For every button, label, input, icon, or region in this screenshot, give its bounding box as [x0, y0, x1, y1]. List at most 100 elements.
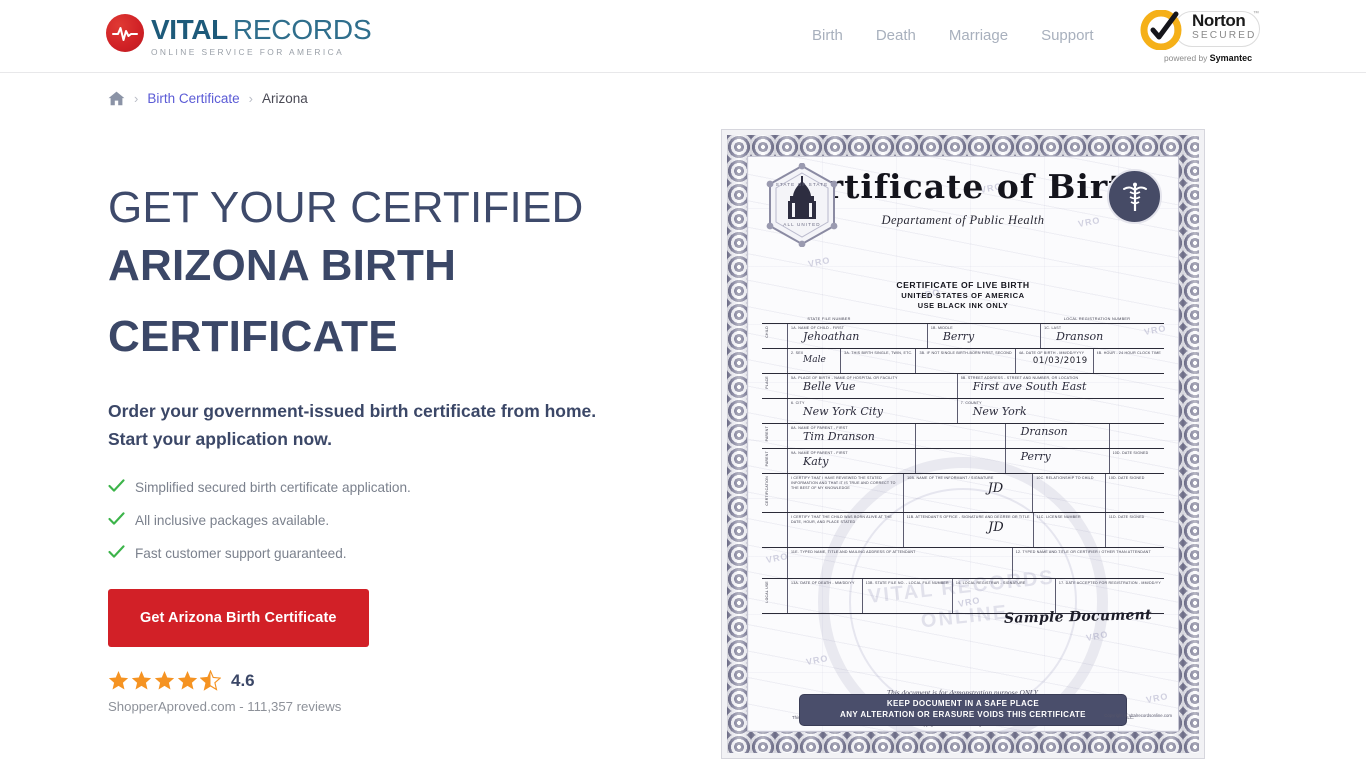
field-value-parent-2: Katy [803, 454, 829, 468]
field-value-city: New York City [803, 404, 883, 418]
table-row: CHILD 1a. NAME OF CHILD - FIRST Jehoatha… [762, 323, 1164, 348]
check-icon [108, 512, 125, 529]
live-birth-line-2: UNITED STATES OF AMERICA [901, 291, 1025, 300]
table-row: 2. SEX Male 3a. THIS BIRTH SINGLE, TWIN,… [762, 348, 1164, 373]
field-value-place: Belle Vue [803, 379, 856, 393]
feature-text: Fast customer support guaranteed. [135, 546, 347, 562]
row-side-label: PLACE [765, 376, 769, 389]
field-label: 13b. STATE FILE NO. - LOCAL FILE NUMBER [865, 581, 949, 585]
field-label: 17. DATE ACCEPTED FOR REGISTRATION - MM/… [1058, 581, 1161, 585]
hero-section: GET YOUR CERTIFIED ARIZONA BIRTH CERTIFI… [108, 186, 708, 714]
live-birth-line-3: USE BLACK INK ONLY [917, 301, 1009, 310]
field-label: 3b. IF NOT SINGLE BIRTH-BORN FIRST, SECO… [919, 351, 1012, 355]
field-value-street: First ave South East [972, 379, 1087, 393]
hero-subheading: Order your government-issued birth certi… [108, 400, 597, 449]
field-value-child-middle: Berry [942, 329, 975, 343]
norton-secured-badge[interactable]: Norton SECURED ™ powered by Symantec [1140, 9, 1260, 67]
heartbeat-pulse-icon [106, 14, 144, 52]
breadcrumb-home-link[interactable] [108, 91, 125, 106]
table-row: CERTIFICATION I CERTIFY THAT I HAVE REVI… [762, 473, 1164, 512]
svg-text:STATE OF STATE: STATE OF STATE [776, 182, 829, 187]
field-value-child-last: Dranson [1056, 329, 1104, 343]
table-row: 6. CITY New York City 7. COUNTY New York [762, 398, 1164, 423]
headline-light: GET YOUR CERTIFIED [108, 183, 584, 232]
sample-document-stamp: Sample Document [1003, 607, 1153, 627]
field-label: 10d. DATE SIGNED [1112, 451, 1149, 455]
breadcrumb: › Birth Certificate › Arizona [108, 91, 308, 106]
rating-block: 4.6 [108, 670, 708, 691]
table-row: PLACE 5a. PLACE OF BIRTH - NAME OF HOSPI… [762, 373, 1164, 398]
star-icon-full [177, 670, 198, 691]
vro-watermark: VRO [805, 652, 830, 668]
logo-word-vital: VITAL [151, 14, 228, 45]
row-side-label: PARENT [765, 426, 769, 442]
row-side-label: CHILD [765, 326, 769, 338]
get-birth-certificate-button[interactable]: Get Arizona Birth Certificate [108, 589, 369, 648]
list-item: Simplified secured birth certificate app… [108, 479, 708, 496]
norton-checkmark-icon [1140, 9, 1186, 55]
rating-source: ShopperAproved.com - 111,357 reviews [108, 699, 342, 715]
star-rating [108, 670, 221, 691]
field-label: 11e. TYPED NAME, TITLE AND MAILING ADDRE… [791, 550, 916, 554]
field-value-date-of-birth: 01/03/2019 [1032, 355, 1088, 366]
trademark-symbol: ™ [1253, 11, 1259, 17]
certification-statement-1: I CERTIFY THAT I HAVE REVIEWED THE STATE… [791, 476, 896, 490]
rating-score: 4.6 [231, 670, 255, 690]
site-header: VITAL RECORDS ONLINE SERVICE FOR AMERICA … [0, 0, 1366, 73]
nav-item-birth[interactable]: Birth [812, 27, 843, 44]
table-row: PARENT 9a. NAME OF PARENT - FIRST Katy P… [762, 448, 1164, 473]
field-value-parent-1-last: Dranson [1020, 425, 1068, 438]
field-label: 3a. THIS BIRTH SINGLE, TWIN, ETC. [844, 351, 913, 355]
table-row: I CERTIFY THAT THE CHILD WAS BORN ALIVE … [762, 512, 1164, 547]
star-icon-full [131, 670, 152, 691]
site-logo[interactable]: VITAL RECORDS ONLINE SERVICE FOR AMERICA [106, 14, 372, 57]
field-value-parent-1: Tim Dranson [803, 429, 875, 443]
live-birth-line-1: CERTIFICATE OF LIVE BIRTH [896, 280, 1030, 290]
page-title: GET YOUR CERTIFIED ARIZONA BIRTH CERTIFI… [108, 186, 708, 373]
svg-text:ALL UNITED: ALL UNITED [783, 222, 820, 227]
state-file-number-header: STATE FILE NUMBER [807, 317, 851, 321]
certificate-guilloche-border: VRO VRO VRO VRO VRO VRO VRO VRO VRO VRO … [727, 135, 1199, 753]
field-label: 10d. DATE SIGNED [1108, 476, 1145, 480]
field-value-county: New York [972, 404, 1027, 418]
headline-bold: ARIZONA BIRTH CERTIFICATE [108, 241, 457, 362]
feature-text: Simplified secured birth certificate app… [135, 480, 411, 496]
field-label: 13a. DATE OF DEATH - MM/DD/YY [791, 581, 855, 585]
field-label: 4b. HOUR - 24 HOUR CLOCK TIME [1096, 351, 1161, 355]
safe-place-banner-wrap: KEEP DOCUMENT IN A SAFE PLACE ANY ALTERA… [748, 694, 1178, 726]
banner-line-1: KEEP DOCUMENT IN A SAFE PLACE [886, 699, 1040, 709]
certificate-body: VRO VRO VRO VRO VRO VRO VRO VRO VRO VRO … [747, 156, 1179, 732]
row-side-label: PARENT [765, 451, 769, 467]
nav-item-death[interactable]: Death [876, 27, 916, 44]
breadcrumb-item-arizona: Arizona [261, 91, 308, 106]
safe-place-banner: KEEP DOCUMENT IN A SAFE PLACE ANY ALTERA… [799, 694, 1127, 726]
certificate-form: STATE FILE NUMBER LOCAL REGISTRATION NUM… [762, 317, 1164, 614]
signature-1: JD [987, 480, 1004, 496]
banner-line-2: ANY ALTERATION OR ERASURE VOIDS THIS CER… [840, 710, 1086, 720]
nav-item-support[interactable]: Support [1041, 27, 1094, 44]
field-label: 11d. DATE SIGNED [1108, 515, 1145, 519]
table-row: 11e. TYPED NAME, TITLE AND MAILING ADDRE… [762, 547, 1164, 578]
star-icon-full [108, 670, 129, 691]
breadcrumb-separator-1: › [134, 91, 139, 106]
breadcrumb-item-birth-certificate[interactable]: Birth Certificate [147, 91, 239, 106]
caduceus-icon [1107, 169, 1162, 224]
row-side-label: LOCAL USE [765, 581, 769, 603]
norton-secured-label: SECURED [1192, 30, 1257, 41]
list-item: All inclusive packages available. [108, 512, 708, 529]
norton-label: Norton [1192, 11, 1246, 30]
sample-certificate-image: VRO VRO VRO VRO VRO VRO VRO VRO VRO VRO … [722, 130, 1204, 758]
feature-text: All inclusive packages available. [135, 513, 330, 529]
state-seal-icon: STATE OF STATE ALL UNITED [766, 162, 838, 252]
signature-2: JD [988, 519, 1004, 535]
symantec-brand: Symantec [1209, 53, 1253, 63]
vro-watermark: VRO [1085, 628, 1110, 644]
field-label: 11c. LICENSE NUMBER [1036, 515, 1081, 519]
nav-item-marriage[interactable]: Marriage [949, 27, 1008, 44]
local-registration-number-header: LOCAL REGISTRATION NUMBER [1063, 317, 1131, 321]
star-icon-full [154, 670, 175, 691]
field-value-parent-2-last: Perry [1020, 450, 1051, 463]
star-icon-half [200, 670, 221, 691]
check-icon [108, 545, 125, 562]
feature-list: Simplified secured birth certificate app… [108, 479, 708, 562]
